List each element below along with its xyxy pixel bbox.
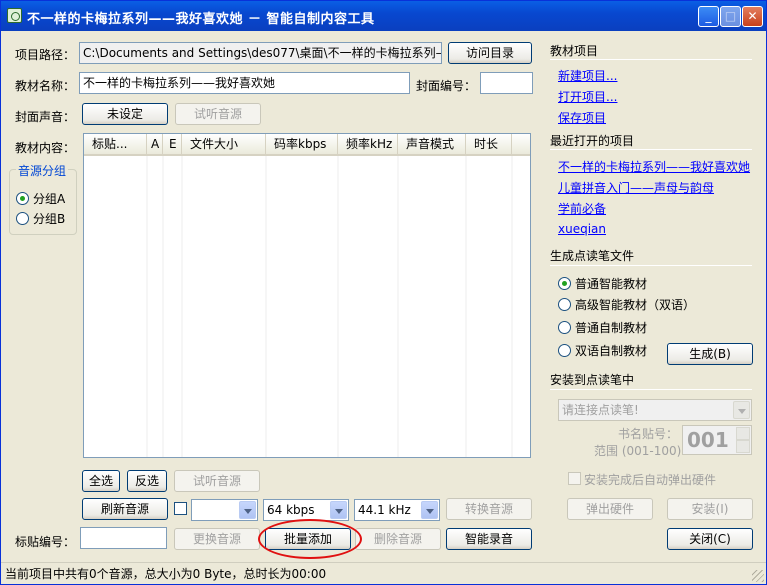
maximize-button: □ <box>720 6 741 27</box>
gen-option-radio[interactable]: 普通智能教材 <box>558 275 647 292</box>
project-path-field[interactable]: C:\Documents and Settings\des077\桌面\不一样的… <box>79 42 442 64</box>
spin-up-icon <box>736 427 750 440</box>
gen-option-label: 普通智能教材 <box>575 277 648 291</box>
new-project-link[interactable]: 新建项目... <box>558 67 617 84</box>
group-a-radio[interactable]: 分组A <box>16 190 65 207</box>
delete-audio-button: 删除音源 <box>355 528 441 550</box>
auto-eject-label: 安装完成后自动弹出硬件 <box>584 473 717 487</box>
material-name-label: 教材名称： <box>15 79 76 93</box>
recent-project-link[interactable]: 不一样的卡梅拉系列——我好喜欢她 <box>558 158 750 175</box>
pen-select-value: 请连接点读笔! <box>562 403 639 417</box>
install-header: 安装到点读笔中 <box>550 373 635 387</box>
gen-option-label: 高级智能教材（双语） <box>575 298 696 312</box>
chevron-down-icon <box>239 501 256 519</box>
radio-selected-icon <box>558 277 571 290</box>
preview-audio-button-bottom: 试听音源 <box>174 470 260 492</box>
bitrate-value: 64 kbps <box>267 503 315 517</box>
content-label: 教材内容： <box>15 141 76 155</box>
recent-project-link[interactable]: 儿童拼音入门——声母与韵母 <box>558 179 714 196</box>
recent-project-link[interactable]: xueqian <box>558 222 606 236</box>
refresh-audio-button[interactable]: 刷新音源 <box>82 498 168 520</box>
material-name-input[interactable]: 不一样的卡梅拉系列——我好喜欢她 <box>79 72 410 94</box>
list-gridlines <box>146 156 513 457</box>
window-title: 不一样的卡梅拉系列——我好喜欢她 － 智能自制内容工具 <box>27 12 375 27</box>
select-all-button[interactable]: 全选 <box>82 470 120 492</box>
eject-hardware-button: 弹出硬件 <box>567 498 653 520</box>
install-button: 安装(I) <box>667 498 753 520</box>
book-id-value: 001 <box>687 428 729 452</box>
pen-select: 请连接点读笔! <box>558 399 752 421</box>
unset-button[interactable]: 未设定 <box>82 103 168 125</box>
cover-id-input[interactable] <box>480 72 533 94</box>
audio-group-box: 音源分组 分组A 分组B <box>9 162 77 235</box>
audio-group-title: 音源分组 <box>16 162 69 179</box>
radio-icon <box>558 298 571 311</box>
main-window: 不一样的卡梅拉系列——我好喜欢她 － 智能自制内容工具 _ □ ✕ 项目路径： … <box>0 0 767 585</box>
gen-option-radio[interactable]: 普通自制教材 <box>558 319 647 336</box>
auto-eject-checkbox <box>568 472 581 485</box>
visit-directory-button[interactable]: 访问目录 <box>448 42 532 64</box>
group-b-label: 分组B <box>33 212 66 226</box>
highlight-circle <box>258 519 362 559</box>
frequency-select[interactable]: 44.1 kHz <box>354 499 440 521</box>
spin-down-icon <box>736 440 750 453</box>
empty-select[interactable] <box>191 499 258 521</box>
separator <box>550 149 752 150</box>
gen-option-label: 双语自制教材 <box>575 344 648 358</box>
radio-icon <box>558 321 571 334</box>
chevron-down-icon <box>733 401 750 419</box>
gen-option-radio[interactable]: 双语自制教材 <box>558 342 647 359</box>
chevron-down-icon <box>421 501 438 519</box>
generate-button[interactable]: 生成(B) <box>667 343 753 365</box>
close-window-button[interactable]: ✕ <box>742 6 763 27</box>
audio-checkbox[interactable] <box>174 502 187 515</box>
group-b-radio[interactable]: 分组B <box>16 210 65 227</box>
book-id-spinner: 001 <box>682 425 752 455</box>
radio-icon <box>558 344 571 357</box>
material-project-header: 教材项目 <box>550 44 599 58</box>
frequency-value: 44.1 kHz <box>358 503 411 517</box>
bitrate-select[interactable]: 64 kbps <box>263 499 349 521</box>
status-text: 当前项目中共有0个音源，总大小为0 Byte，总时长为00:00 <box>5 567 327 581</box>
range-label: 范围 (001-100) <box>594 444 682 458</box>
separator <box>550 265 752 266</box>
label-id-label: 标贴编号： <box>15 535 76 549</box>
radio-selected-icon <box>16 192 29 205</box>
open-project-link[interactable]: 打开项目... <box>558 88 617 105</box>
group-a-label: 分组A <box>33 192 66 206</box>
minimize-button[interactable]: _ <box>698 6 719 27</box>
label-id-input[interactable] <box>80 527 167 549</box>
status-bar: 当前项目中共有0个音源，总大小为0 Byte，总时长为00:00 <box>1 562 766 584</box>
gen-option-label: 普通自制教材 <box>575 321 648 335</box>
generate-header: 生成点读笔文件 <box>550 249 635 263</box>
invert-select-button[interactable]: 反选 <box>127 470 167 492</box>
radio-icon <box>16 212 29 225</box>
close-button[interactable]: 关闭(C) <box>667 528 753 550</box>
recent-projects-header: 最近打开的项目 <box>550 134 635 148</box>
recent-project-link[interactable]: 学前必备 <box>558 200 606 217</box>
preview-audio-button-top: 试听音源 <box>175 103 261 125</box>
separator <box>550 389 752 390</box>
separator <box>550 59 752 60</box>
save-project-link[interactable]: 保存项目 <box>558 109 606 126</box>
cover-id-label: 封面编号： <box>416 79 477 93</box>
audio-list[interactable]: 标贴... A E 文件大小 码率kbps 频率kHz 声音模式 时长 <box>83 133 531 458</box>
book-id-label: 书名贴号： <box>618 427 679 441</box>
replace-audio-button: 更换音源 <box>174 528 260 550</box>
smart-record-button[interactable]: 智能录音 <box>446 528 532 550</box>
convert-audio-button: 转换音源 <box>446 498 532 520</box>
gen-option-radio[interactable]: 高级智能教材（双语） <box>558 296 695 313</box>
resize-grip-icon[interactable] <box>752 570 764 582</box>
cover-sound-label: 封面声音： <box>15 110 76 124</box>
app-icon <box>7 8 22 23</box>
chevron-down-icon <box>330 501 347 519</box>
title-bar: 不一样的卡梅拉系列——我好喜欢她 － 智能自制内容工具 _ □ ✕ <box>1 1 766 31</box>
project-path-label: 项目路径： <box>15 48 76 62</box>
